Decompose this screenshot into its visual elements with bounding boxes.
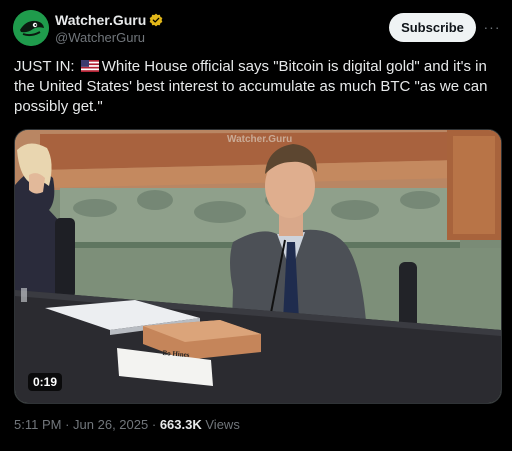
video-duration: 0:19	[28, 373, 63, 391]
video-watermark: Watcher.Guru	[227, 134, 293, 145]
views-label: Views	[205, 417, 240, 432]
avatar[interactable]	[13, 10, 49, 46]
subscribe-button[interactable]: Subscribe	[389, 13, 476, 42]
views-count: 663.3K	[159, 417, 202, 432]
meta-separator: ·	[65, 417, 70, 432]
tweet-header: Watcher.Guru @WatcherGuru Subscribe ···	[13, 10, 502, 52]
verified-badge-icon	[149, 13, 163, 27]
author-handle[interactable]: @WatcherGuru	[55, 30, 163, 45]
tweet-date[interactable]: Jun 26, 2025	[73, 417, 148, 432]
video-frame	[15, 130, 501, 403]
us-flag-icon	[80, 58, 99, 72]
tweet-time[interactable]: 5:11 PM	[14, 417, 61, 432]
display-name[interactable]: Watcher.Guru	[55, 12, 146, 28]
tweet-prefix: JUST IN:	[14, 58, 79, 75]
tweet-text: JUST IN: White House official says "Bitc…	[14, 57, 502, 117]
meta-separator: ·	[151, 417, 157, 432]
more-options-icon[interactable]: ···	[483, 14, 501, 40]
tweet-meta: 5:11 PM · Jun 26, 2025 · 663.3K Views	[14, 417, 240, 432]
video-player[interactable]: Watcher.Guru Bo Hines 0:19	[14, 129, 502, 404]
watcher-guru-logo-icon	[13, 10, 49, 46]
author-info: Watcher.Guru @WatcherGuru	[55, 11, 163, 45]
